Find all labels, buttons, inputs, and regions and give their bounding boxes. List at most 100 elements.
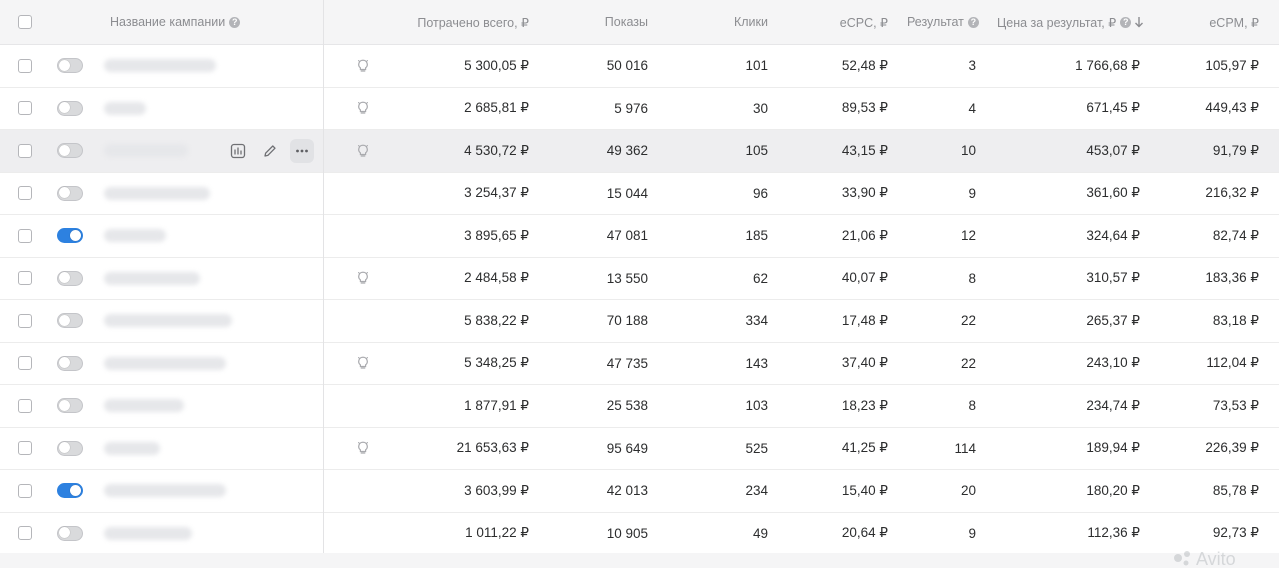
select-all-checkbox[interactable] [18, 0, 32, 44]
row-checkbox[interactable] [18, 300, 32, 342]
cell-impressions: 10 905 [606, 525, 648, 541]
cell-clicks: 185 [745, 228, 768, 244]
campaign-toggle[interactable] [57, 343, 83, 385]
table-row[interactable]: 3 254,37 ₽ 15 044 96 33,90 ₽ 9 361,60 ₽ … [0, 173, 1279, 215]
campaign-toggle[interactable] [57, 513, 83, 555]
campaign-name-link[interactable] [104, 470, 226, 512]
cell-spent: 5 300,05 ₽ [464, 57, 529, 73]
campaign-toggle[interactable] [57, 130, 83, 172]
campaign-name-link[interactable] [104, 215, 166, 257]
sort-arrow-down-icon[interactable] [1134, 16, 1144, 28]
row-checkbox[interactable] [18, 258, 32, 300]
campaign-name-link[interactable] [104, 130, 188, 172]
cell-price-per-result: 324,64 ₽ [1086, 227, 1140, 243]
lightbulb-icon[interactable] [355, 100, 371, 116]
table-row[interactable]: 21 653,63 ₽ 95 649 525 41,25 ₽ 114 189,9… [0, 428, 1279, 470]
cell-ecpm: 112,04 ₽ [1206, 355, 1259, 371]
header-spent-total[interactable]: Потрачено всего, ₽ [417, 0, 529, 44]
table-row[interactable]: 3 895,65 ₽ 47 081 185 21,06 ₽ 12 324,64 … [0, 215, 1279, 258]
lightbulb-icon[interactable] [355, 143, 371, 159]
cell-ecpm: 82,74 ₽ [1212, 227, 1259, 243]
row-checkbox[interactable] [18, 173, 32, 215]
campaign-name-link[interactable] [104, 428, 160, 470]
cell-ecpc: 18,23 ₽ [841, 397, 888, 413]
cell-price-per-result: 1 766,68 ₽ [1075, 57, 1140, 73]
header-ecpc[interactable]: eCPC, ₽ [840, 0, 888, 44]
table-row[interactable]: 1 877,91 ₽ 25 538 103 18,23 ₽ 8 234,74 ₽… [0, 385, 1279, 428]
watermark-logo-icon: Avito [1174, 549, 1236, 568]
campaign-toggle[interactable] [57, 428, 83, 470]
cell-impressions: 50 016 [606, 58, 648, 74]
header-ecpm[interactable]: eCPM, ₽ [1209, 0, 1259, 44]
row-checkbox[interactable] [18, 428, 32, 470]
campaign-name-link[interactable] [104, 45, 216, 87]
table-row[interactable]: 2 685,81 ₽ 5 976 30 89,53 ₽ 4 671,45 ₽ 4… [0, 88, 1279, 130]
cell-price-per-result: 243,10 ₽ [1086, 355, 1140, 371]
cell-ecpm: 183,36 ₽ [1205, 270, 1259, 286]
cell-ecpc: 37,40 ₽ [841, 355, 888, 371]
cell-price-per-result: 265,37 ₽ [1086, 312, 1140, 328]
table-row[interactable]: 5 348,25 ₽ 47 735 143 37,40 ₽ 22 243,10 … [0, 343, 1279, 385]
lightbulb-icon[interactable] [355, 355, 371, 371]
info-icon[interactable]: ? [967, 16, 979, 28]
table-row[interactable]: 5 838,22 ₽ 70 188 334 17,48 ₽ 22 265,37 … [0, 300, 1279, 343]
row-checkbox[interactable] [18, 130, 32, 172]
campaign-toggle[interactable] [57, 258, 83, 300]
edit-button[interactable] [258, 139, 282, 163]
cell-impressions: 49 362 [606, 143, 648, 159]
row-checkbox[interactable] [18, 343, 32, 385]
campaign-name-link[interactable] [104, 300, 232, 342]
table-row[interactable]: 3 603,99 ₽ 42 013 234 15,40 ₽ 20 180,20 … [0, 470, 1279, 513]
info-icon[interactable]: ? [229, 16, 241, 28]
table-row[interactable]: 5 300,05 ₽ 50 016 101 52,48 ₽ 3 1 766,68… [0, 45, 1279, 88]
table-row[interactable]: 4 530,72 ₽ 49 362 105 43,15 ₽ 10 453,07 … [0, 130, 1279, 173]
svg-text:Avito: Avito [1196, 549, 1236, 568]
cell-clicks: 105 [745, 143, 768, 159]
cell-spent: 2 685,81 ₽ [464, 100, 529, 116]
info-icon[interactable]: ? [1120, 16, 1132, 28]
campaign-toggle[interactable] [57, 300, 83, 342]
row-checkbox[interactable] [18, 385, 32, 427]
campaign-toggle[interactable] [57, 173, 83, 215]
campaign-name-link[interactable] [104, 385, 184, 427]
campaign-name-link[interactable] [104, 88, 146, 130]
header-campaign-name[interactable]: Название кампании ? [110, 0, 241, 44]
header-impressions[interactable]: Показы [605, 0, 648, 44]
header-result[interactable]: Результат ? [907, 0, 979, 44]
campaign-name-link[interactable] [104, 258, 200, 300]
campaign-toggle[interactable] [57, 45, 83, 87]
cell-impressions: 15 044 [606, 185, 648, 201]
table-row[interactable]: 2 484,58 ₽ 13 550 62 40,07 ₽ 8 310,57 ₽ … [0, 258, 1279, 300]
row-checkbox[interactable] [18, 215, 32, 257]
stats-button[interactable] [226, 139, 250, 163]
campaign-name-link[interactable] [104, 343, 226, 385]
row-checkbox[interactable] [18, 45, 32, 87]
campaign-toggle[interactable] [57, 470, 83, 512]
cell-clicks: 143 [745, 355, 768, 371]
campaign-toggle[interactable] [57, 385, 83, 427]
campaign-name-link[interactable] [104, 513, 192, 555]
more-button[interactable] [290, 138, 314, 163]
campaign-toggle[interactable] [57, 215, 83, 257]
header-clicks[interactable]: Клики [734, 0, 768, 44]
cell-ecpm: 83,18 ₽ [1212, 312, 1259, 328]
row-actions [226, 130, 314, 172]
pencil-icon [264, 145, 276, 157]
cell-impressions: 47 081 [606, 228, 648, 244]
cell-ecpc: 17,48 ₽ [841, 312, 888, 328]
campaign-name-link[interactable] [104, 173, 210, 215]
cell-result: 8 [968, 398, 976, 414]
lightbulb-icon[interactable] [355, 270, 371, 286]
cell-result: 8 [968, 270, 976, 286]
cell-spent: 2 484,58 ₽ [464, 270, 529, 286]
row-checkbox[interactable] [18, 513, 32, 555]
lightbulb-icon[interactable] [355, 440, 371, 456]
campaign-toggle[interactable] [57, 88, 83, 130]
header-price-per-result[interactable]: Цена за результат, ₽ ? [997, 0, 1144, 44]
row-checkbox[interactable] [18, 88, 32, 130]
row-checkbox[interactable] [18, 470, 32, 512]
cell-result: 9 [968, 185, 976, 201]
table-row[interactable]: 1 011,22 ₽ 10 905 49 20,64 ₽ 9 112,36 ₽ … [0, 513, 1279, 555]
lightbulb-icon[interactable] [355, 58, 371, 74]
cell-ecpm: 105,97 ₽ [1205, 57, 1259, 73]
